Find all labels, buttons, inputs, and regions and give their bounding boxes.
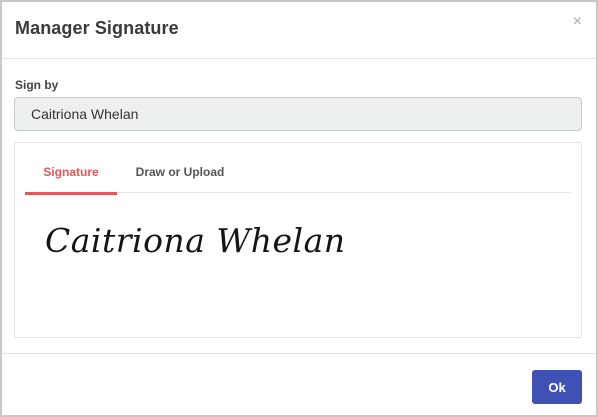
tab-signature[interactable]: Signature (25, 153, 117, 195)
signature-dialog: Manager Signature × Sign by Caitriona Wh… (0, 0, 598, 417)
sign-by-label: Sign by (15, 78, 59, 92)
dialog-header: Manager Signature × (2, 2, 596, 59)
ok-button[interactable]: Ok (532, 370, 582, 404)
signature-script-text: Caitriona Whelan (45, 221, 346, 260)
dialog-title: Manager Signature (15, 18, 179, 38)
sign-by-field[interactable]: Caitriona Whelan (14, 97, 582, 131)
close-icon[interactable]: × (573, 14, 582, 30)
signature-panel: Signature Draw or Upload Caitriona Whela… (14, 142, 582, 338)
signature-tabs: Signature Draw or Upload (25, 153, 571, 195)
signature-preview: Caitriona Whelan (45, 221, 565, 281)
tab-draw-or-upload[interactable]: Draw or Upload (127, 153, 233, 192)
dialog-footer: Ok (2, 353, 596, 415)
